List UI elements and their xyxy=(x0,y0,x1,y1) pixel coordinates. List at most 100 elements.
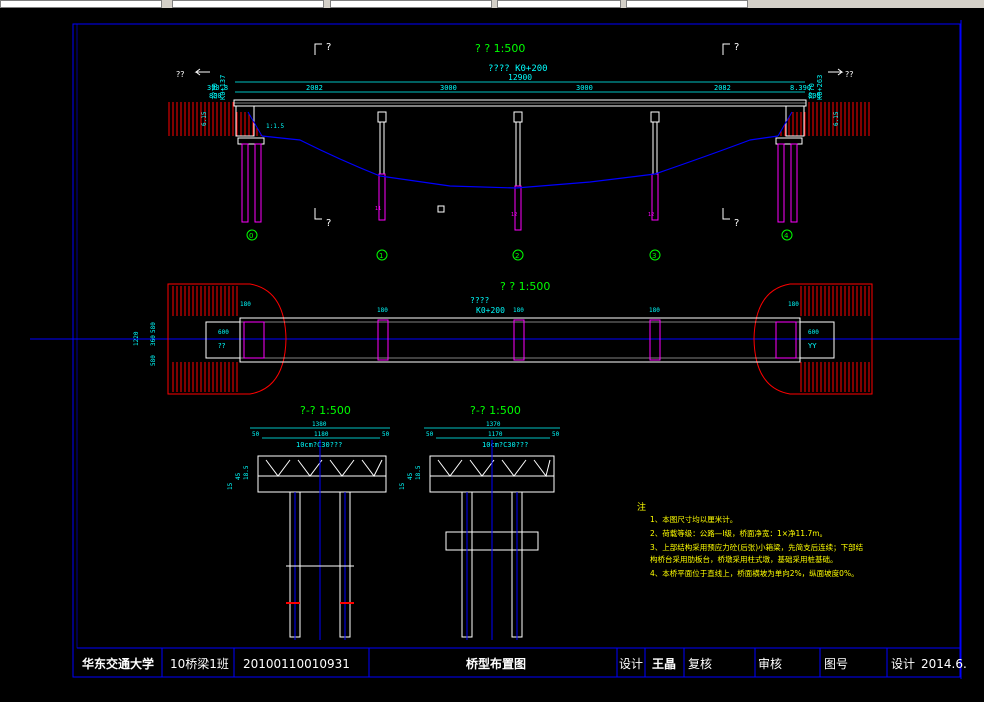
section-2-edge-right: 50 xyxy=(552,431,560,438)
abutment-cap-right xyxy=(775,137,803,145)
section-2-title: ?-? 1:500 xyxy=(470,404,521,417)
span-2-label: 3000 xyxy=(440,84,457,92)
pier-label-2: 2 xyxy=(512,249,524,261)
section-mark-left-bottom-label: ? xyxy=(326,218,331,229)
pier-label-3: 3 xyxy=(649,249,661,261)
student-id: 20100110010931 xyxy=(243,657,350,671)
pier-1 xyxy=(377,111,387,221)
toolbar-field-2[interactable] xyxy=(172,0,324,8)
plan-soil-right-bottom xyxy=(800,362,870,392)
plan-view: ? ? 1:500 ???? K0+200 1220 580 360 580 6… xyxy=(30,280,960,395)
note-2: 2、荷载等级：公路—I级，桥面净宽：1×净11.7m。 xyxy=(650,528,827,538)
title-block: 华东交通大学 10桥梁1班 20100110010931 桥型布置图 设计 王晶… xyxy=(77,647,967,678)
elevation-view: ? ? 1:500 ? ? ? ? ???? K0+200 12900 2082… xyxy=(168,42,872,261)
pier-label-4: 4 xyxy=(781,229,793,241)
left-station-prefix: ???0 xyxy=(211,83,219,100)
plan-title: ? ? 1:500 xyxy=(500,280,550,293)
school-name: 华东交通大学 xyxy=(82,656,154,671)
plan-width-3: 580 xyxy=(150,355,157,366)
section-mark-right-bottom-label: ? xyxy=(734,218,739,229)
pier-label-1: 1 xyxy=(376,249,388,261)
drawing-number-label: 图号 xyxy=(824,657,848,671)
toolbar-field-4[interactable] xyxy=(497,0,621,8)
right-direction-arrow xyxy=(828,68,844,76)
cursor-box[interactable] xyxy=(437,205,445,213)
plan-soil-left-top xyxy=(170,286,240,316)
pier-label-0: 0 xyxy=(246,229,258,241)
drawing-date: 2014.6. xyxy=(921,657,967,671)
total-length-label: 12900 xyxy=(508,73,532,82)
plan-abut-right-piles xyxy=(775,321,797,359)
left-direction-arrow xyxy=(194,68,210,76)
section-1-top-width: 1380 xyxy=(312,421,327,428)
plan-right-label: YY xyxy=(807,342,817,350)
section-mark-left-top xyxy=(314,43,322,55)
section-2-side-dim-2: 45 xyxy=(407,472,414,480)
designer-name: 王晶 xyxy=(652,656,676,671)
section-mark-left-bottom xyxy=(314,208,322,220)
abut-height-left: 6.15 xyxy=(201,111,208,126)
pile-mark-2: 12 xyxy=(511,212,517,218)
plan-pier-1 xyxy=(377,319,389,361)
toolbar-field-5[interactable] xyxy=(626,0,748,8)
note-1: 1、本图尺寸均以厘米计。 xyxy=(650,514,737,524)
design-label: 设计 xyxy=(619,657,643,671)
span-4-label: 2082 xyxy=(714,84,731,92)
svg-text:3: 3 xyxy=(652,252,656,260)
pier-3 xyxy=(650,111,660,221)
section-1-inner-width: 1180 xyxy=(314,431,329,438)
toolbar-field-3[interactable] xyxy=(330,0,492,8)
section-1-side-dim-3: 15 xyxy=(227,482,234,490)
plan-abut-left-piles xyxy=(243,321,265,359)
plan-pier-dim-3: 180 xyxy=(649,307,660,314)
right-station-prefix: ???0 xyxy=(808,83,816,100)
slope-ratio-label: 1:1.5 xyxy=(266,123,284,130)
toolbar-field-1[interactable] xyxy=(0,0,162,8)
section-2-inner-width: 1170 xyxy=(488,431,503,438)
abut-pile-right-2 xyxy=(790,143,798,223)
note-5: 4、本桥平面位于直线上，桥面横坡为单向2%，纵面坡度0%。 xyxy=(650,568,859,578)
audit-label: 审核 xyxy=(758,656,782,671)
pile-mark-3: 12 xyxy=(648,212,654,218)
plan-station-label: ???? xyxy=(470,296,489,305)
left-direction-label: ?? xyxy=(176,70,185,79)
elevation-title: ? ? 1:500 xyxy=(475,42,525,55)
section-mark-right-top xyxy=(722,43,730,55)
section-1-edge-right: 50 xyxy=(382,431,390,438)
section-mark-right-top-label: ? xyxy=(734,42,739,53)
plan-right-dim-2: 180 xyxy=(788,301,799,308)
abut-pile-left-2 xyxy=(254,143,262,223)
plan-left-label: ?? xyxy=(218,342,226,350)
section-1-paving: 10cm?C30??? xyxy=(296,441,342,449)
section-2-paving: 10cm?C30??? xyxy=(482,441,528,449)
right-station-label: K0+263 xyxy=(816,75,824,100)
plan-abut-left xyxy=(205,321,241,359)
section-mark-right-bottom xyxy=(722,208,730,220)
review-label: 复核 xyxy=(688,657,712,671)
date-label: 设计 xyxy=(891,657,915,671)
right-direction-label: ?? xyxy=(845,70,854,79)
svg-text:1: 1 xyxy=(379,252,383,260)
section-1-side-dim-1: 18.5 xyxy=(243,465,250,480)
class-name: 10桥梁1班 xyxy=(170,656,229,671)
abut-height-right: 6.15 xyxy=(833,111,840,126)
section-1-side-dim-2: 45 xyxy=(235,472,242,480)
plan-pier-2 xyxy=(513,319,525,361)
plan-abut-right xyxy=(799,321,835,359)
abutment-cap-left xyxy=(237,137,265,145)
section-2-side-dim-3: 15 xyxy=(399,482,406,490)
plan-width-2: 360 xyxy=(150,335,157,346)
window-toolbar-strip xyxy=(0,0,984,8)
plan-right-dim-1: 600 xyxy=(808,329,819,336)
plan-soil-left-bottom xyxy=(170,362,240,392)
note-3: 3、上部结构采用预应力砼(后张)小箱梁，先简支后连续；下部结 xyxy=(650,542,864,552)
cad-drawing-canvas[interactable]: ? ? 1:500 ? ? ? ? ???? K0+200 12900 2082… xyxy=(0,8,984,702)
section-1-edge-left: 50 xyxy=(252,431,260,438)
notes-header: 注 xyxy=(637,501,646,513)
span-1-label: 2082 xyxy=(306,84,323,92)
plan-soil-right-top xyxy=(800,286,870,316)
section-mark-left-top-label: ? xyxy=(326,42,331,53)
section-view-1: ?-? 1:500 1380 1180 50 50 10cm?C30??? 18… xyxy=(227,404,390,640)
svg-text:0: 0 xyxy=(249,232,253,240)
plan-pier-dim-1: 180 xyxy=(377,307,388,314)
